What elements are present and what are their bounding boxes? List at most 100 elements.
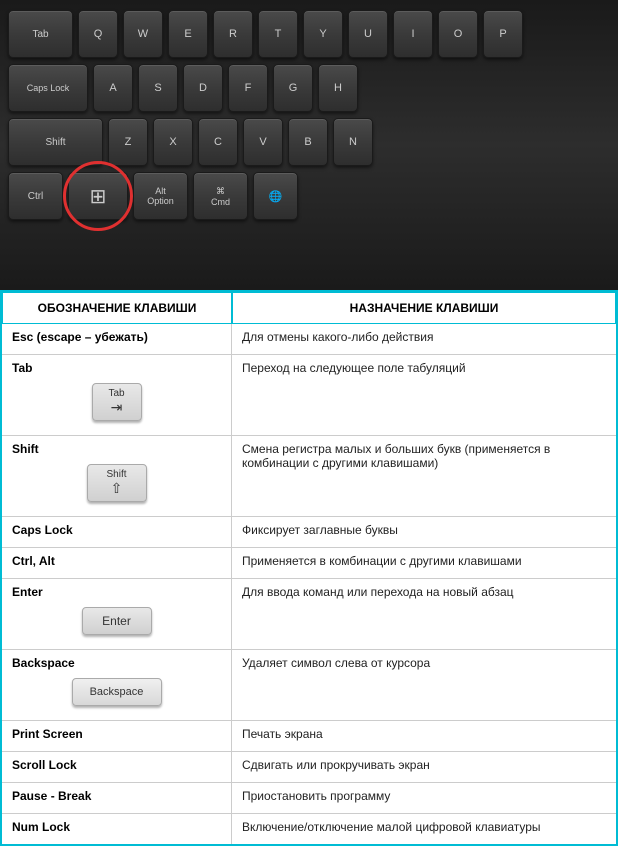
key-cell-ctrl-alt: Ctrl, Alt xyxy=(2,548,232,578)
t-key[interactable]: T xyxy=(258,10,298,58)
key-label-backspace: Backspace xyxy=(12,656,221,670)
key-label-pause: Pause - Break xyxy=(12,789,221,803)
key-label-shift: Shift xyxy=(12,442,221,456)
key-cell-enter: Enter Enter xyxy=(2,579,232,649)
key-label-tab: Tab xyxy=(12,361,221,375)
n-key[interactable]: N xyxy=(333,118,373,166)
g-key[interactable]: G xyxy=(273,64,313,112)
cmd-symbol: ⌘ xyxy=(216,186,225,197)
x-key[interactable]: X xyxy=(153,118,193,166)
key-cell-tab: Tab Tab ⇥ xyxy=(2,355,232,435)
ctrl-key[interactable]: Ctrl xyxy=(8,172,63,220)
e-key[interactable]: E xyxy=(168,10,208,58)
enter-key-visual-container: Enter xyxy=(12,603,221,639)
desc-cell-enter: Для ввода команд или перехода на новый а… xyxy=(232,579,616,649)
key-row-2: Caps Lock A S D F G H xyxy=(8,64,610,112)
header-key-name: ОБОЗНАЧЕНИЕ КЛАВИШИ xyxy=(2,292,232,324)
o-key[interactable]: O xyxy=(438,10,478,58)
key-label-scrolllock: Scroll Lock xyxy=(12,758,221,772)
windows-logo-icon: ⊞ xyxy=(90,184,107,209)
desc-cell-backspace: Удаляет символ слева от курсора xyxy=(232,650,616,720)
desc-cell-capslock: Фиксирует заглавные буквы xyxy=(232,517,616,547)
key-cell-pause: Pause - Break xyxy=(2,783,232,813)
key-cell-scrolllock: Scroll Lock xyxy=(2,752,232,782)
desc-cell-numlock: Включение/отключение малой цифровой клав… xyxy=(232,814,616,844)
table-row: Pause - Break Приостановить программу xyxy=(2,783,616,814)
table-row: Num Lock Включение/отключение малой цифр… xyxy=(2,814,616,844)
key-label-printscreen: Print Screen xyxy=(12,727,221,741)
y-key[interactable]: Y xyxy=(303,10,343,58)
shift-key[interactable]: Shift xyxy=(8,118,103,166)
c-key[interactable]: C xyxy=(198,118,238,166)
enter-key-label: Enter xyxy=(102,614,131,628)
key-cell-shift: Shift Shift ⇧ xyxy=(2,436,232,516)
a-key[interactable]: A xyxy=(93,64,133,112)
desc-cell-printscreen: Печать экрана xyxy=(232,721,616,751)
s-key[interactable]: S xyxy=(138,64,178,112)
key-label-esc: Esc (escape – убежать) xyxy=(12,330,221,344)
key-cell-esc: Esc (escape – убежать) xyxy=(2,324,232,354)
desc-cell-scrolllock: Сдвигать или прокручивать экран xyxy=(232,752,616,782)
table-row: Print Screen Печать экрана xyxy=(2,721,616,752)
globe-icon: 🌐 xyxy=(269,190,283,203)
key-row-3: Shift Z X C V B N xyxy=(8,118,610,166)
key-label-numlock: Num Lock xyxy=(12,820,221,834)
key-label-ctrl-alt: Ctrl, Alt xyxy=(12,554,221,568)
globe-key[interactable]: 🌐 xyxy=(253,172,298,220)
tab-key-top-label: Tab xyxy=(108,388,124,399)
q-key[interactable]: Q xyxy=(78,10,118,58)
option-label: Option xyxy=(147,196,174,206)
shift-mini-key: Shift ⇧ xyxy=(87,464,147,502)
u-key[interactable]: U xyxy=(348,10,388,58)
desc-cell-ctrl-alt: Применяется в комбинации с другими клави… xyxy=(232,548,616,578)
alt-key[interactable]: Alt Option xyxy=(133,172,188,220)
shift-key-visual-container: Shift ⇧ xyxy=(12,460,221,506)
key-row-4: Ctrl ⊞ Alt Option ⌘ Cmd 🌐 xyxy=(8,172,610,220)
r-key[interactable]: R xyxy=(213,10,253,58)
table-header: ОБОЗНАЧЕНИЕ КЛАВИШИ НАЗНАЧЕНИЕ КЛАВИШИ xyxy=(2,292,616,324)
h-key[interactable]: H xyxy=(318,64,358,112)
capslock-key[interactable]: Caps Lock xyxy=(8,64,88,112)
table-row: Caps Lock Фиксирует заглавные буквы xyxy=(2,517,616,548)
shift-key-top-label: Shift xyxy=(106,469,126,480)
desc-cell-tab: Переход на следующее поле табуляций xyxy=(232,355,616,435)
enter-mini-key: Enter xyxy=(82,607,152,635)
header-key-desc: НАЗНАЧЕНИЕ КЛАВИШИ xyxy=(232,292,616,324)
cmd-label: Cmd xyxy=(211,197,230,207)
f-key[interactable]: F xyxy=(228,64,268,112)
p-key[interactable]: P xyxy=(483,10,523,58)
desc-cell-esc: Для отмены какого-либо действия xyxy=(232,324,616,354)
w-key[interactable]: W xyxy=(123,10,163,58)
shift-arrow-icon: ⇧ xyxy=(111,480,123,497)
keyboard-image: Tab Q W E R T Y U I O P Caps Lock A S D … xyxy=(0,0,618,290)
tab-key[interactable]: Tab xyxy=(8,10,73,58)
desc-cell-shift: Смена регистра малых и больших букв (при… xyxy=(232,436,616,516)
backspace-key-visual-container: Backspace xyxy=(12,674,221,710)
windows-key[interactable]: ⊞ xyxy=(68,172,128,220)
key-label-enter: Enter xyxy=(12,585,221,599)
table-row: Shift Shift ⇧ Смена регистра малых и бол… xyxy=(2,436,616,517)
key-cell-capslock: Caps Lock xyxy=(2,517,232,547)
cmd-key[interactable]: ⌘ Cmd xyxy=(193,172,248,220)
desc-cell-pause: Приостановить программу xyxy=(232,783,616,813)
tab-mini-key: Tab ⇥ xyxy=(92,383,142,421)
b-key[interactable]: B xyxy=(288,118,328,166)
keyboard-background: Tab Q W E R T Y U I O P Caps Lock A S D … xyxy=(0,0,618,290)
v-key[interactable]: V xyxy=(243,118,283,166)
key-cell-numlock: Num Lock xyxy=(2,814,232,844)
backspace-mini-key: Backspace xyxy=(72,678,162,706)
table-row: Enter Enter Для ввода команд или переход… xyxy=(2,579,616,650)
i-key[interactable]: I xyxy=(393,10,433,58)
alt-label: Alt xyxy=(155,186,166,196)
z-key[interactable]: Z xyxy=(108,118,148,166)
d-key[interactable]: D xyxy=(183,64,223,112)
table-row: Backspace Backspace Удаляет символ слева… xyxy=(2,650,616,721)
key-cell-printscreen: Print Screen xyxy=(2,721,232,751)
table-row: Ctrl, Alt Применяется в комбинации с дру… xyxy=(2,548,616,579)
table-row: Tab Tab ⇥ Переход на следующее поле табу… xyxy=(2,355,616,436)
keyboard-reference-table: ОБОЗНАЧЕНИЕ КЛАВИШИ НАЗНАЧЕНИЕ КЛАВИШИ E… xyxy=(0,290,618,846)
key-row-1: Tab Q W E R T Y U I O P xyxy=(8,10,610,58)
table-row: Scroll Lock Сдвигать или прокручивать эк… xyxy=(2,752,616,783)
tab-key-visual-container: Tab ⇥ xyxy=(12,379,221,425)
backspace-key-label: Backspace xyxy=(90,686,144,698)
